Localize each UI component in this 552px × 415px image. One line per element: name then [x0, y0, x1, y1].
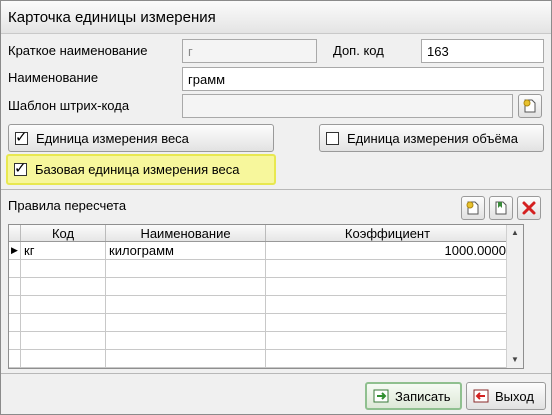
name-label: Наименование	[8, 70, 99, 85]
section-divider	[1, 189, 551, 190]
exit-button[interactable]: Выход	[466, 382, 546, 410]
exit-icon	[473, 389, 489, 403]
cell-code[interactable]: кг	[20, 241, 106, 260]
save-label: Записать	[395, 388, 451, 404]
delete-x-icon	[522, 201, 536, 215]
extra-code-field[interactable]: 163	[421, 39, 544, 63]
volume-unit-check-box	[326, 131, 339, 145]
base-weight-unit-check-mark: ✓	[14, 160, 27, 177]
current-row-indicator-icon: ▶	[9, 241, 21, 260]
save-icon	[373, 389, 389, 403]
dialog-window: Карточка единицы измерения Краткое наиме…	[0, 0, 552, 415]
new-document-icon	[523, 99, 536, 113]
edit-rule-button[interactable]	[489, 196, 513, 220]
base-weight-unit-label: Базовая единица измерения веса	[35, 162, 240, 177]
table-row	[9, 259, 510, 278]
barcode-label: Шаблон штрих-кода	[8, 98, 130, 113]
scroll-up-icon[interactable]: ▲	[507, 225, 523, 241]
add-document-icon	[466, 201, 479, 215]
table-row	[9, 349, 510, 368]
title-bar: Карточка единицы измерения	[1, 1, 551, 34]
cell-coefficient[interactable]: 1000.0000	[265, 241, 510, 260]
column-header-name[interactable]: Наименование	[105, 225, 266, 242]
save-button[interactable]: Записать	[365, 382, 462, 410]
conversion-rules-table[interactable]: Код Наименование Коэффициент ▶ кг килогр…	[8, 224, 524, 369]
table-row	[9, 295, 510, 314]
exit-label: Выход	[495, 388, 534, 404]
add-rule-button[interactable]	[461, 196, 485, 220]
name-field[interactable]: грамм	[182, 67, 544, 91]
table-row	[9, 313, 510, 332]
scroll-down-icon[interactable]: ▼	[507, 352, 523, 368]
volume-unit-checkbox[interactable]: Единица измерения объёма	[319, 124, 544, 152]
footer-divider	[1, 373, 551, 374]
extra-code-label: Доп. код	[333, 43, 384, 58]
weight-unit-check-mark: ✓	[15, 128, 28, 146]
column-header-code[interactable]: Код	[20, 225, 106, 242]
weight-unit-label: Единица измерения веса	[36, 130, 189, 146]
column-header-coefficient[interactable]: Коэффициент	[265, 225, 510, 242]
cell-name[interactable]: килограмм	[105, 241, 266, 260]
barcode-template-button[interactable]	[518, 94, 542, 118]
base-weight-unit-checkbox[interactable]: ✓ Базовая единица измерения веса	[6, 154, 276, 185]
window-title: Карточка единицы измерения	[8, 9, 216, 26]
edit-document-icon	[495, 201, 507, 215]
volume-unit-label: Единица измерения объёма	[347, 130, 518, 146]
short-name-label: Краткое наименование	[8, 43, 148, 58]
delete-rule-button[interactable]	[517, 196, 541, 220]
barcode-field[interactable]	[182, 94, 513, 118]
weight-unit-checkbox[interactable]: ✓ Единица измерения веса	[8, 124, 274, 152]
table-row	[9, 277, 510, 296]
conversion-rules-title: Правила пересчета	[8, 198, 127, 213]
row-indicator-header	[9, 225, 21, 242]
table-row[interactable]: ▶ кг килограмм 1000.0000	[9, 241, 510, 260]
short-name-field[interactable]: г	[182, 39, 317, 63]
table-row	[9, 331, 510, 350]
vertical-scrollbar[interactable]: ▲ ▼	[506, 225, 523, 368]
